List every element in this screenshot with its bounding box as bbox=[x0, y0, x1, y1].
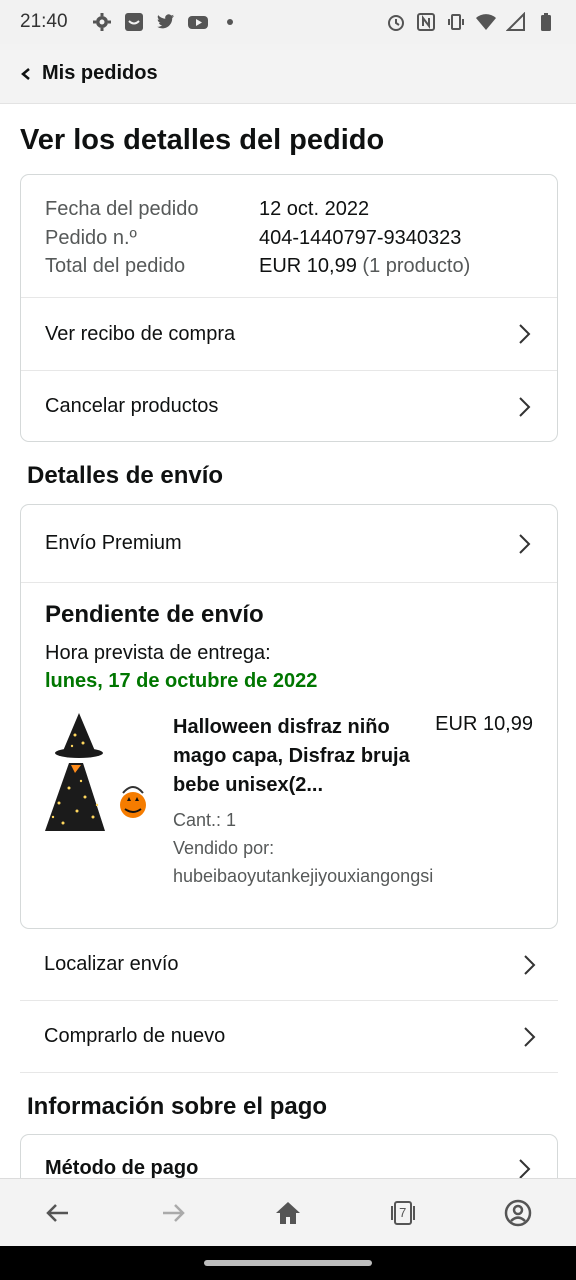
total-items-count: (1 producto) bbox=[362, 255, 471, 277]
chevron-right-icon bbox=[519, 396, 531, 417]
summary-value: 404-1440797-9340323 bbox=[259, 226, 462, 249]
account-icon bbox=[505, 1199, 532, 1226]
status-time: 21:40 bbox=[20, 11, 68, 32]
home-icon bbox=[275, 1201, 300, 1224]
nav-title[interactable]: Mis pedidos bbox=[42, 62, 158, 85]
tabs-button[interactable]: 7 bbox=[378, 1188, 428, 1238]
account-button[interactable] bbox=[493, 1188, 543, 1238]
bottom-nav: 7 bbox=[0, 1178, 576, 1246]
chevron-right-icon bbox=[524, 1026, 536, 1047]
gesture-bar bbox=[0, 1246, 576, 1280]
app-icon bbox=[124, 12, 144, 32]
shipping-method-row[interactable]: Envío Premium bbox=[21, 505, 557, 583]
chevron-left-icon[interactable] bbox=[18, 66, 34, 82]
buy-again-row[interactable]: Comprarlo de nuevo bbox=[20, 1001, 558, 1073]
payment-section-title: Información sobre el pago bbox=[27, 1093, 328, 1120]
summary-label: Pedido n.º bbox=[45, 226, 137, 249]
battery-icon bbox=[536, 12, 556, 32]
product-item[interactable]: Halloween disfraz niño mago capa, Disfra… bbox=[45, 713, 533, 890]
payment-method-row[interactable]: Método de pago bbox=[21, 1135, 557, 1180]
order-summary-grid: Fecha del pedido 12 oct. 2022 Pedido n.º… bbox=[21, 175, 557, 298]
total-amount: EUR 10,99 bbox=[259, 255, 357, 277]
summary-row-order-number: Pedido n.º 404-1440797-9340323 bbox=[45, 224, 533, 253]
product-title[interactable]: Halloween disfraz niño mago capa, Disfra… bbox=[173, 713, 421, 800]
settings-icon bbox=[92, 12, 112, 32]
status-left-icons bbox=[92, 12, 240, 32]
tab-count: 7 bbox=[399, 1204, 407, 1220]
twitter-icon bbox=[156, 12, 176, 32]
shipping-card: Envío Premium Pendiente de envío Hora pr… bbox=[20, 504, 558, 929]
track-shipment-label[interactable]: Localizar envío bbox=[44, 953, 179, 976]
nfc-icon bbox=[416, 12, 436, 32]
view-receipt-row[interactable]: Ver recibo de compra bbox=[21, 298, 557, 370]
forward-arrow-icon bbox=[162, 1203, 185, 1222]
nav-bar[interactable]: Mis pedidos bbox=[0, 44, 576, 104]
summary-row-date: Fecha del pedido 12 oct. 2022 bbox=[45, 195, 533, 224]
product-quantity: Cant.: 1 bbox=[173, 810, 237, 830]
shipping-section-title: Detalles de envío bbox=[27, 462, 224, 489]
wifi-icon bbox=[476, 12, 496, 32]
eta-date: lunes, 17 de octubre de 2022 bbox=[45, 670, 318, 692]
product-image[interactable] bbox=[45, 713, 173, 843]
summary-label: Total del pedido bbox=[45, 255, 186, 277]
youtube-icon bbox=[188, 12, 208, 32]
view-receipt-label[interactable]: Ver recibo de compra bbox=[45, 323, 235, 346]
chevron-right-icon bbox=[519, 533, 531, 554]
summary-row-total: Total del pedido EUR 10,99 (1 producto) bbox=[45, 252, 533, 281]
chevron-right-icon bbox=[519, 324, 531, 344]
alarm-icon bbox=[386, 12, 406, 32]
notification-dot-icon bbox=[220, 12, 240, 32]
track-shipment-row[interactable]: Localizar envío bbox=[20, 929, 558, 1001]
status-bar: 21:40 bbox=[0, 0, 576, 44]
shipping-actions: Localizar envío Comprarlo de nuevo bbox=[20, 929, 558, 1073]
home-button[interactable] bbox=[263, 1188, 313, 1238]
vibrate-icon bbox=[446, 12, 466, 32]
product-info: Halloween disfraz niño mago capa, Disfra… bbox=[173, 713, 434, 890]
eta-label: Hora prevista de entrega: bbox=[45, 642, 271, 664]
chevron-right-icon bbox=[524, 954, 536, 975]
product-price: EUR 10,99 bbox=[435, 713, 533, 735]
order-summary-card: Fecha del pedido 12 oct. 2022 Pedido n.º… bbox=[20, 174, 558, 442]
back-arrow-icon bbox=[45, 1203, 68, 1222]
seller-name: hubeibaoyutankejiyouxiangongsi bbox=[173, 866, 434, 886]
summary-value: EUR 10,99 (1 producto) bbox=[259, 252, 470, 281]
shipping-status: Pendiente de envío bbox=[45, 601, 264, 628]
chevron-right-icon bbox=[519, 1158, 531, 1179]
summary-value: 12 oct. 2022 bbox=[259, 198, 370, 220]
signal-icon bbox=[506, 12, 526, 32]
shipping-method-label[interactable]: Envío Premium bbox=[45, 532, 182, 555]
back-button[interactable] bbox=[33, 1188, 83, 1238]
cancel-products-row[interactable]: Cancelar productos bbox=[21, 370, 557, 441]
page-title: Ver los detalles del pedido bbox=[20, 124, 385, 156]
shipping-body: Pendiente de envío Hora prevista de entr… bbox=[21, 583, 557, 908]
status-right-icons bbox=[386, 12, 556, 32]
buy-again-label[interactable]: Comprarlo de nuevo bbox=[44, 1025, 225, 1048]
seller-label: Vendido por: bbox=[173, 838, 275, 858]
gesture-handle[interactable] bbox=[204, 1260, 372, 1266]
payment-method-label[interactable]: Método de pago bbox=[45, 1157, 198, 1180]
summary-label: Fecha del pedido bbox=[45, 198, 199, 220]
forward-button[interactable] bbox=[148, 1188, 198, 1238]
cancel-products-label[interactable]: Cancelar productos bbox=[45, 395, 218, 418]
